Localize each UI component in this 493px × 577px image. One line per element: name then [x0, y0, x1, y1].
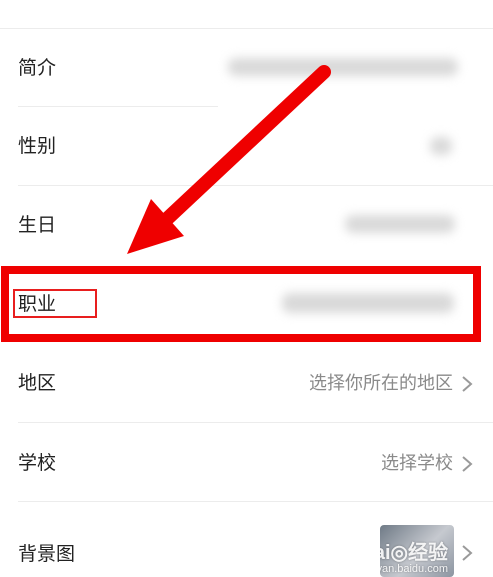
arrow-icon [127, 65, 331, 254]
